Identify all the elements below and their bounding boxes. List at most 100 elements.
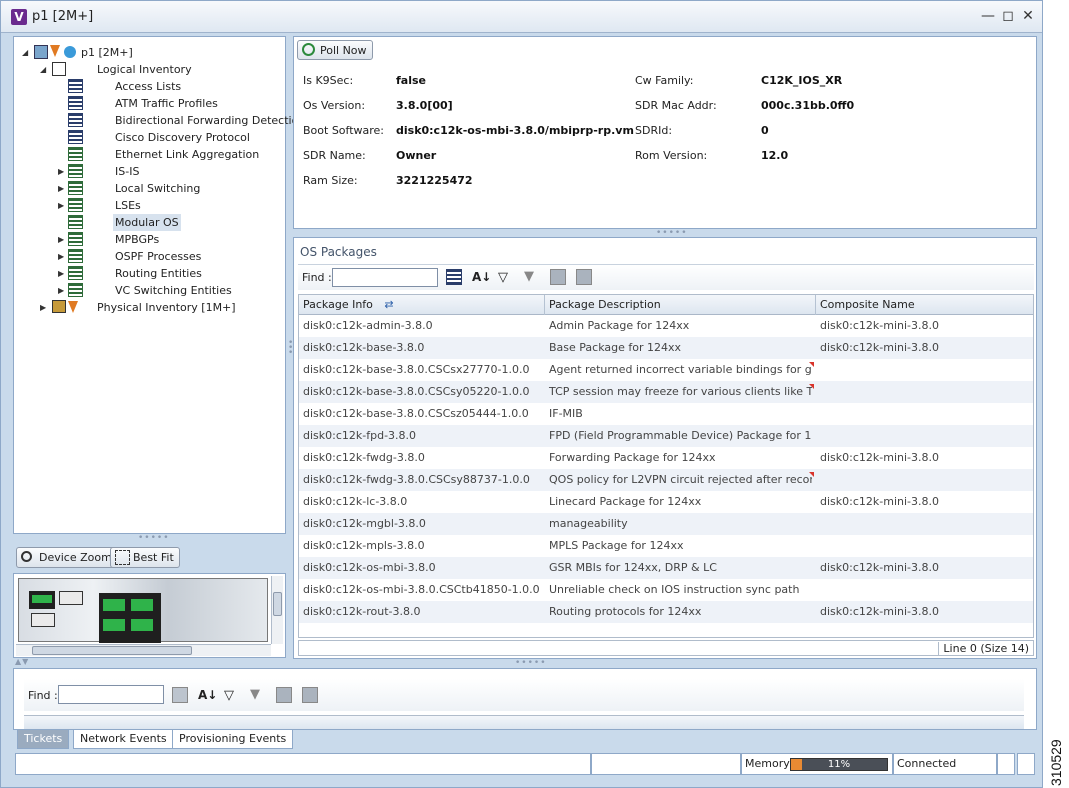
table-cell: disk0:c12k-fwdg-3.8.0 xyxy=(303,451,425,464)
table-cell: disk0:c12k-mini-3.8.0 xyxy=(820,341,939,354)
table-row[interactable]: disk0:c12k-mgbl-3.8.0 manageability xyxy=(299,513,1033,535)
property-value: 0 xyxy=(761,124,769,137)
minimize-icon[interactable]: — xyxy=(979,7,997,25)
table-cell: manageability xyxy=(549,517,628,530)
table-icon xyxy=(68,147,83,161)
advanced-filter-icon[interactable]: ▼ xyxy=(524,269,540,285)
port-group xyxy=(131,599,153,611)
table-row[interactable]: disk0:c12k-base-3.8.0.CSCsy05220-1.0.0 TC… xyxy=(299,381,1033,403)
column-label: Package Description xyxy=(549,298,661,311)
table-icon xyxy=(68,79,83,93)
events-panel: Find : A↓ ▽ ▼ xyxy=(13,668,1037,730)
collapse-arrows-icon[interactable]: ▲▼ xyxy=(15,658,29,666)
find-input[interactable] xyxy=(332,268,438,287)
table-row[interactable]: disk0:c12k-os-mbi-3.8.0 GSR MBIs for 124x… xyxy=(299,557,1033,579)
table-cell: disk0:c12k-os-mbi-3.8.0 xyxy=(303,561,436,574)
table-cell: disk0:c12k-mpls-3.8.0 xyxy=(303,539,425,552)
card-slot xyxy=(59,591,83,605)
device-zoom-label: Device Zoom xyxy=(39,551,112,564)
scroll-thumb[interactable] xyxy=(273,592,282,616)
horizontal-scrollbar[interactable] xyxy=(16,644,271,656)
status-bar: Memory: 11% Connected xyxy=(13,753,1037,775)
table-row[interactable]: disk0:c12k-rout-3.8.0 Routing protocols f… xyxy=(299,601,1033,623)
property-value: disk0:c12k-os-mbi-3.8.0/mbiprp-rp.vm xyxy=(396,124,634,137)
property-value: false xyxy=(396,74,426,87)
column-header-package-description[interactable]: Package Description xyxy=(545,295,816,315)
sort-icon[interactable]: A↓ xyxy=(198,687,217,703)
tab-provisioning-events[interactable]: Provisioning Events xyxy=(172,729,294,749)
expand-icon[interactable]: ▶ xyxy=(58,265,66,282)
maximize-icon[interactable]: ◻ xyxy=(999,7,1017,25)
filter-icon[interactable]: ▽ xyxy=(224,688,240,704)
figure-number-text: 310529 xyxy=(1049,739,1064,786)
splitter-handle[interactable]: ••••• xyxy=(515,659,547,668)
table-row[interactable]: disk0:c12k-base-3.8.0 Base Package for 12… xyxy=(299,337,1033,359)
close-icon[interactable]: ✕ xyxy=(1019,7,1037,25)
export-icon[interactable] xyxy=(550,269,566,285)
table-row[interactable]: disk0:c12k-mpls-3.8.0 MPLS Package for 12… xyxy=(299,535,1033,557)
advanced-filter-icon[interactable]: ▼ xyxy=(250,687,266,703)
property-key: Ram Size: xyxy=(303,174,358,187)
memory-percent: 11% xyxy=(827,759,851,770)
expand-icon[interactable]: ▶ xyxy=(58,197,66,214)
status-cell xyxy=(591,753,741,775)
column-header-composite-name[interactable]: Composite Name xyxy=(816,295,1033,315)
table-row[interactable]: disk0:c12k-fwdg-3.8.0 Forwarding Package … xyxy=(299,447,1033,469)
property-value: Owner xyxy=(396,149,437,162)
best-fit-button[interactable]: Best Fit xyxy=(110,547,180,568)
table-settings-icon[interactable] xyxy=(446,269,462,285)
events-find-input[interactable] xyxy=(58,685,164,704)
tab-tickets[interactable]: Tickets xyxy=(17,729,70,749)
property-key: SDRId: xyxy=(635,124,673,137)
tab-network-events[interactable]: Network Events xyxy=(73,729,174,749)
table-cell: disk0:c12k-fwdg-3.8.0.CSCsy88737-1.0.0 xyxy=(303,473,530,486)
print-icon[interactable] xyxy=(302,687,318,703)
property-value: 000c.31bb.0ff0 xyxy=(761,99,855,112)
expand-icon[interactable]: ▶ xyxy=(40,299,48,316)
tree-item-label: Routing Entities xyxy=(115,267,202,280)
splitter-handle[interactable]: ••••• xyxy=(656,229,688,238)
table-cell: Agent returned incorrect variable bindin… xyxy=(549,363,812,376)
table-settings-icon[interactable] xyxy=(172,687,188,703)
table-cell: QOS policy for L2VPN circuit rejected af… xyxy=(549,473,812,486)
chassis-overview[interactable] xyxy=(13,573,286,658)
table-icon xyxy=(68,164,83,178)
truncated-text-marker-icon xyxy=(809,362,814,367)
column-label: Composite Name xyxy=(820,298,915,311)
os-packages-panel: OS Packages Find : A↓ ▽ ▼ Package Info ⇄… xyxy=(293,237,1037,659)
table-row[interactable]: disk0:c12k-fpd-3.8.0 FPD (Field Programma… xyxy=(299,425,1033,447)
column-header-package-info[interactable]: Package Info ⇄ xyxy=(299,295,545,315)
vertical-scrollbar[interactable] xyxy=(271,576,283,644)
device-zoom-button[interactable]: Device Zoom xyxy=(16,547,118,568)
sort-icon[interactable]: A↓ xyxy=(472,269,491,285)
table-row[interactable]: disk0:c12k-admin-3.8.0 Admin Package for … xyxy=(299,315,1033,337)
splitter-handle-vertical[interactable]: • • • xyxy=(288,339,293,358)
splitter-handle[interactable]: ••••• xyxy=(138,534,170,543)
scroll-thumb[interactable] xyxy=(32,646,192,655)
collapse-icon[interactable]: ◢ xyxy=(22,44,30,61)
expand-icon[interactable]: ▶ xyxy=(58,163,66,180)
expand-icon[interactable]: ▶ xyxy=(58,231,66,248)
status-cell xyxy=(1017,753,1035,775)
filter-icon[interactable]: ▽ xyxy=(498,270,514,286)
table-row[interactable]: disk0:c12k-base-3.8.0.CSCsz05444-1.0.0 IF… xyxy=(299,403,1033,425)
refresh-icon xyxy=(302,43,315,56)
table-row[interactable]: disk0:c12k-os-mbi-3.8.0.CSCtb41850-1.0.0… xyxy=(299,579,1033,601)
packages-table: Package Info ⇄ Package Description Compo… xyxy=(298,294,1034,638)
table-row[interactable]: disk0:c12k-fwdg-3.8.0.CSCsy88737-1.0.0 QO… xyxy=(299,469,1033,491)
expand-icon[interactable]: ▶ xyxy=(58,248,66,265)
table-icon xyxy=(68,283,83,297)
table-row[interactable]: disk0:c12k-base-3.8.0.CSCsx27770-1.0.0 Ag… xyxy=(299,359,1033,381)
expand-icon[interactable]: ▶ xyxy=(58,282,66,299)
find-label: Find : xyxy=(28,689,58,702)
collapse-icon[interactable]: ◢ xyxy=(40,61,48,78)
expand-icon[interactable]: ▶ xyxy=(58,180,66,197)
poll-now-button[interactable]: Poll Now xyxy=(297,40,373,60)
export-icon[interactable] xyxy=(276,687,292,703)
property-value: 3.8.0[00] xyxy=(396,99,453,112)
table-cell: MPLS Package for 124xx xyxy=(549,539,684,552)
chassis-image xyxy=(18,578,268,643)
table-row[interactable]: disk0:c12k-lc-3.8.0 Linecard Package for … xyxy=(299,491,1033,513)
print-icon[interactable] xyxy=(576,269,592,285)
inventory-tree: ◢ p1 [2M+] ◢ Logical Inventory Access Li… xyxy=(13,36,305,534)
